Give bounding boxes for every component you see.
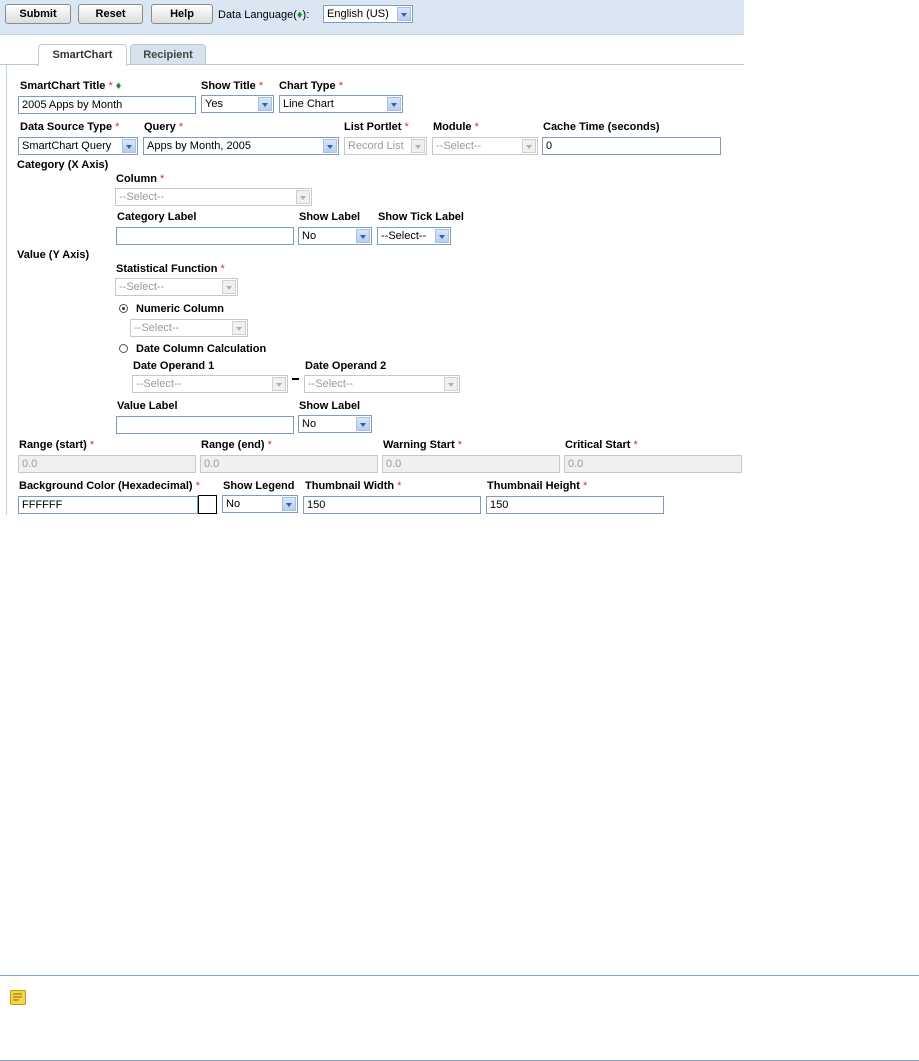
submit-button[interactable]: Submit [5, 4, 71, 24]
critical-start-label: Critical Start * [565, 439, 638, 451]
statistical-function-label: Statistical Function * [116, 263, 225, 275]
show-tick-label-select[interactable]: --Select-- [377, 227, 451, 245]
background-color-label: Background Color (Hexadecimal) * [19, 480, 200, 492]
chart-type-select[interactable]: Line Chart [279, 95, 403, 113]
category-label-input[interactable] [116, 227, 294, 245]
data-language-label: Data Language(♦): [218, 9, 310, 21]
range-start-input[interactable]: 0.0 [18, 455, 196, 473]
range-end-input[interactable]: 0.0 [200, 455, 378, 473]
chart-type-label: Chart Type * [279, 80, 343, 92]
list-portlet-select[interactable]: Record List [344, 137, 427, 155]
tab-smartchart[interactable]: SmartChart [38, 44, 127, 66]
category-section-heading: Category (X Axis) [17, 159, 109, 171]
numeric-column-label: Numeric Column [136, 303, 225, 315]
note-top-rule [0, 975, 919, 976]
help-button[interactable]: Help [151, 4, 213, 24]
thumbnail-height-input[interactable]: 150 [486, 496, 664, 514]
show-title-label: Show Title * [201, 80, 264, 92]
date-operand-2-select[interactable]: --Select-- [304, 375, 460, 393]
date-column-calculation-label: Date Column Calculation [136, 343, 267, 355]
value-show-label-select[interactable]: No [298, 415, 372, 433]
statistical-function-select[interactable]: --Select-- [115, 278, 238, 296]
module-label: Module * [433, 121, 479, 133]
diamond-icon: ♦ [115, 80, 122, 92]
column-label: Column * [116, 173, 165, 185]
numeric-column-select[interactable]: --Select-- [130, 319, 248, 337]
show-title-select[interactable]: Yes [201, 95, 274, 113]
chevron-down-icon [397, 7, 411, 21]
range-end-label: Range (end) * [201, 439, 272, 451]
chevron-down-icon [522, 139, 536, 153]
show-legend-label: Show Legend [223, 480, 295, 492]
chevron-down-icon [411, 139, 425, 153]
chevron-down-icon [387, 97, 401, 111]
warning-start-label: Warning Start * [383, 439, 463, 451]
warning-start-input[interactable]: 0.0 [382, 455, 560, 473]
date-operand-1-label: Date Operand 1 [133, 360, 215, 372]
query-label: Query * [144, 121, 184, 133]
show-legend-select[interactable]: No [222, 495, 298, 513]
numeric-column-radio[interactable] [119, 304, 128, 313]
chevron-down-icon [282, 497, 296, 511]
thumbnail-width-label: Thumbnail Width * [305, 480, 402, 492]
data-source-type-label: Data Source Type * [20, 121, 120, 133]
reset-button[interactable]: Reset [78, 4, 143, 24]
smartchart-title-input[interactable]: 2005 Apps by Month [18, 96, 196, 114]
chevron-down-icon [356, 417, 370, 431]
column-select[interactable]: --Select-- [115, 188, 312, 206]
tab-recipient[interactable]: Recipient [130, 44, 206, 65]
thumbnail-width-input[interactable]: 150 [303, 496, 481, 514]
smartchart-title-label: SmartChart Title * ♦ [20, 80, 122, 92]
value-label-input[interactable] [116, 416, 294, 434]
category-show-label-select[interactable]: No [298, 227, 372, 245]
thumbnail-height-label: Thumbnail Height * [487, 480, 588, 492]
data-source-type-select[interactable]: SmartChart Query [18, 137, 138, 155]
background-color-input[interactable]: FFFFFF [18, 496, 198, 514]
chevron-down-icon [323, 139, 337, 153]
note-icon [10, 990, 26, 1005]
date-operand-1-select[interactable]: --Select-- [132, 375, 288, 393]
chevron-down-icon [232, 321, 246, 335]
value-label-label: Value Label [117, 400, 178, 412]
query-select[interactable]: Apps by Month, 2005 [143, 137, 339, 155]
cache-time-label: Cache Time (seconds) [543, 121, 660, 133]
chevron-down-icon [222, 280, 236, 294]
cache-time-input[interactable]: 0 [542, 137, 721, 155]
date-operand-2-label: Date Operand 2 [305, 360, 387, 372]
chevron-down-icon [356, 229, 370, 243]
value-show-label-label: Show Label [299, 400, 361, 412]
category-show-label-label: Show Label [299, 211, 361, 223]
critical-start-input[interactable]: 0.0 [564, 455, 742, 473]
date-column-calculation-radio[interactable] [119, 344, 128, 353]
chevron-down-icon [296, 190, 310, 204]
data-language-select[interactable]: English (US) [323, 5, 413, 23]
value-section-heading: Value (Y Axis) [17, 249, 90, 261]
category-label-label: Category Label [117, 211, 197, 223]
chevron-down-icon [444, 377, 458, 391]
chevron-down-icon [272, 377, 286, 391]
list-portlet-label: List Portlet * [344, 121, 409, 133]
chevron-down-icon [258, 97, 272, 111]
show-tick-label-label: Show Tick Label [378, 211, 464, 223]
chevron-down-icon [122, 139, 136, 153]
toolbar: Submit Reset Help Data Language(♦): Engl… [0, 0, 744, 35]
range-start-label: Range (start) * [19, 439, 95, 451]
color-swatch[interactable] [198, 495, 217, 514]
minus-sign [292, 378, 299, 380]
chevron-down-icon [435, 229, 449, 243]
module-select[interactable]: --Select-- [432, 137, 538, 155]
